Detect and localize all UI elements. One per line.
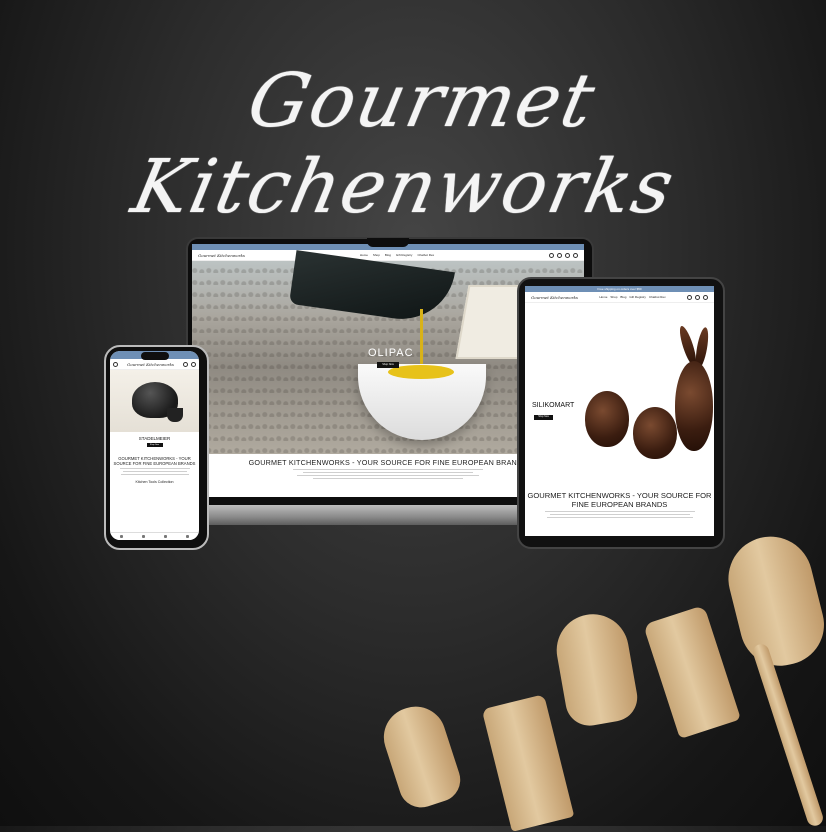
shop-now-button[interactable]: Shop Now (377, 362, 399, 368)
site-logo[interactable]: Gourmet Kitchenworks (531, 295, 578, 300)
hero-banner: SILIKOMART Shop Now (525, 303, 714, 478)
chocolate-chick-image (633, 407, 677, 459)
wooden-slotted-spatula (643, 605, 741, 739)
site-header: Gourmet Kitchenworks Home Shop Blog Gift… (192, 250, 584, 261)
nav-blog[interactable]: Blog (620, 295, 626, 299)
hero-brand-title: OLIPAC (368, 347, 414, 359)
shop-icon[interactable] (141, 535, 145, 538)
cart-icon[interactable] (191, 361, 196, 367)
nav-chatbot-rex[interactable]: Chatbot Rex (649, 295, 666, 299)
header-icons (183, 361, 196, 367)
cart-icon[interactable] (164, 535, 168, 538)
teacup-image (167, 408, 183, 422)
nav-blog[interactable]: Blog (385, 253, 391, 257)
collection-title: Kitchen Tools Collection (135, 480, 174, 484)
hero-brand-title: STADELMEIER (138, 436, 171, 441)
text-line (122, 471, 187, 472)
wooden-slotted-spoon (550, 608, 642, 730)
heart-icon[interactable] (565, 252, 570, 258)
wooden-slotted-spoon (376, 698, 466, 814)
nav-gift-registry[interactable]: Gift Registry (629, 295, 646, 299)
text-line (313, 478, 463, 479)
home-icon[interactable] (119, 535, 123, 538)
phone-screen: Gourmet Kitchenworks STADELMEIER Shop No… (110, 351, 199, 540)
shop-now-button[interactable]: Shop Now (534, 415, 553, 420)
hero-banner (110, 370, 199, 432)
text-line (549, 514, 690, 515)
tablet-screen: Free shipping on orders over $50 Gourmet… (525, 286, 714, 536)
shop-now-button[interactable]: Shop Now (146, 443, 163, 447)
wooden-spatula (481, 694, 575, 832)
header-icons (549, 252, 578, 258)
text-line (546, 517, 693, 518)
search-icon[interactable] (183, 361, 188, 367)
cart-icon[interactable] (573, 252, 578, 258)
menu-icon[interactable] (113, 361, 118, 367)
site-logo[interactable]: Gourmet Kitchenworks (127, 362, 174, 367)
search-icon[interactable] (549, 252, 554, 258)
main-nav: Home Shop Blog Gift Registry Chatbot Rex (360, 253, 434, 257)
phone-notch (141, 352, 169, 360)
site-header: Gourmet Kitchenworks Home Shop Blog Gift… (525, 292, 714, 303)
header-icons (687, 294, 708, 300)
site-logo[interactable]: Gourmet Kitchenworks (198, 253, 245, 258)
bottom-tab-bar (110, 532, 199, 540)
main-nav: Home Shop Blog Gift Registry Chatbot Rex (599, 295, 665, 299)
wooden-spoon-handle (751, 642, 825, 828)
cart-icon[interactable] (703, 294, 708, 300)
text-line (303, 472, 473, 473)
text-line (297, 475, 479, 476)
text-line (544, 511, 695, 512)
hero-brand-title: SILIKOMART (532, 402, 575, 409)
site-header: Gourmet Kitchenworks (110, 359, 199, 370)
chocolate-chick-image (585, 391, 629, 447)
laptop-camera-notch (367, 238, 409, 247)
chocolate-bunny-image (675, 361, 713, 451)
nav-shop[interactable]: Shop (373, 253, 380, 257)
user-icon[interactable] (186, 535, 190, 538)
nav-chatbot-rex[interactable]: Chatbot Rex (417, 253, 434, 257)
user-icon[interactable] (557, 252, 562, 258)
text-line (119, 468, 190, 469)
page-headline: GOURMET KITCHENWORKS - YOUR SOURCE FOR F… (113, 456, 196, 466)
user-icon[interactable] (695, 294, 700, 300)
search-icon[interactable] (687, 294, 692, 300)
text-line (293, 469, 483, 470)
banner-title: Gourmet Kitchenworks (125, 58, 683, 230)
nav-shop[interactable]: Shop (610, 295, 617, 299)
nav-home[interactable]: Home (599, 295, 607, 299)
oil-stream (420, 309, 423, 369)
nav-gift-registry[interactable]: Gift Registry (396, 253, 413, 257)
text-line (120, 474, 189, 475)
nav-home[interactable]: Home (360, 253, 368, 257)
page-headline: GOURMET KITCHENWORKS - YOUR SOURCE FOR F… (527, 491, 712, 509)
wooden-spoon (719, 527, 826, 675)
